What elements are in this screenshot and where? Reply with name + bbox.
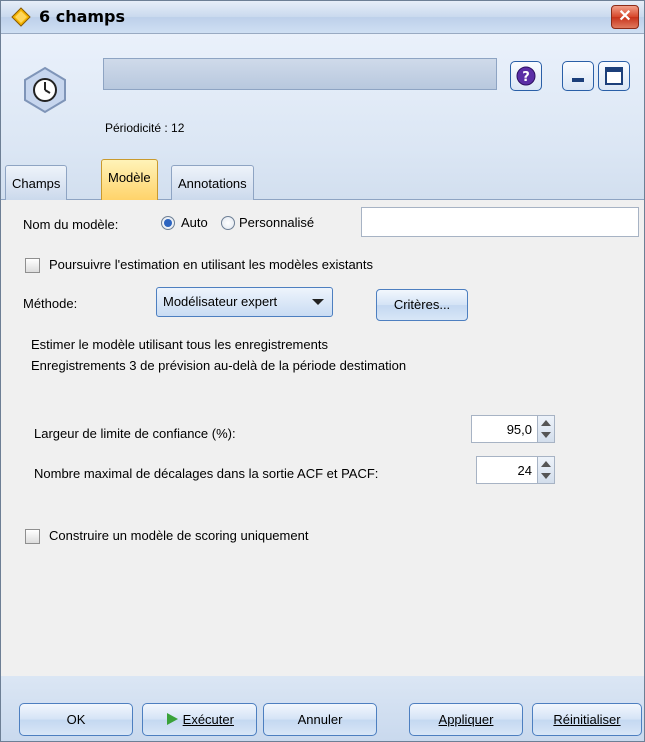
periodicity-label: Périodicité : 12: [105, 121, 185, 135]
title-bar[interactable]: 6 champs ✕: [1, 1, 644, 34]
confidence-label: Largeur de limite de confiance (%):: [34, 426, 236, 441]
diamond-node-icon: [11, 7, 31, 27]
method-dropdown[interactable]: Modélisateur expert: [156, 287, 333, 317]
model-name-label: Nom du modèle:: [23, 217, 119, 232]
reset-button[interactable]: Réinitialiser: [532, 703, 642, 736]
lags-label: Nombre maximal de décalages dans la sort…: [34, 466, 379, 481]
minimize-icon: [572, 78, 584, 82]
button-footer: OK Exécuter Annuler Appliquer Réinitiali…: [1, 676, 644, 741]
confidence-spinner[interactable]: 95,0: [471, 415, 555, 443]
dialog-window: 6 champs ✕ ? Périodicité: 12 Champs Mod…: [0, 0, 645, 742]
info-line-1: Estimer le modèle utilisant tous les enr…: [31, 337, 328, 352]
clock-node-icon: [24, 66, 66, 114]
lags-spinner[interactable]: 24: [476, 456, 555, 484]
continue-estimation-label[interactable]: Poursuivre l'estimation en utilisant les…: [49, 257, 373, 272]
tab-bar: Champs Modèle Annotations: [1, 149, 644, 200]
tab-champs[interactable]: Champs: [5, 165, 68, 200]
window-title: 6 champs: [39, 7, 126, 26]
maximize-button[interactable]: [598, 61, 630, 91]
model-tab-content: Nom du modèle: Auto Personnalisé Poursui…: [1, 200, 644, 675]
criteria-button[interactable]: Critères...: [376, 289, 468, 321]
scoring-only-checkbox[interactable]: [25, 529, 40, 544]
spinner-arrows-icon[interactable]: [537, 416, 554, 442]
scoring-only-label[interactable]: Construire un modèle de scoring uniqueme…: [49, 528, 308, 543]
minimize-button[interactable]: [562, 61, 594, 91]
method-dropdown-value: Modélisateur expert: [163, 294, 278, 309]
auto-radio-label[interactable]: Auto: [181, 215, 208, 230]
tab-annotations[interactable]: Annotations: [171, 165, 254, 200]
spinner-arrows-icon[interactable]: [537, 457, 554, 483]
auto-radio[interactable]: [161, 216, 175, 230]
help-glyph: ?: [522, 70, 530, 85]
chevron-down-icon: [312, 299, 324, 305]
maximize-icon: [605, 67, 623, 85]
model-name-input[interactable]: [361, 207, 639, 237]
custom-radio[interactable]: [221, 216, 235, 230]
info-line-2: Enregistrements 3 de prévision au-delà d…: [31, 358, 407, 373]
confidence-value: 95,0: [506, 422, 532, 437]
play-icon: [167, 713, 179, 725]
lags-value: 24: [517, 463, 532, 478]
run-button[interactable]: Exécuter: [142, 703, 257, 736]
node-name-field[interactable]: [103, 58, 497, 90]
apply-button[interactable]: Appliquer: [409, 703, 523, 736]
custom-radio-label[interactable]: Personnalisé: [239, 215, 314, 230]
help-button[interactable]: ?: [510, 61, 542, 91]
close-button[interactable]: ✕: [611, 5, 639, 29]
close-icon: ✕: [618, 8, 632, 25]
continue-estimation-checkbox[interactable]: [25, 258, 40, 273]
node-header: ? Périodicité : 12: [1, 34, 644, 149]
help-icon: ?: [516, 66, 536, 86]
cancel-button[interactable]: Annuler: [263, 703, 377, 736]
tab-modele[interactable]: Modèle: [101, 159, 158, 200]
run-button-label: Exécuter: [182, 712, 234, 727]
ok-button[interactable]: OK: [19, 703, 133, 736]
method-label: Méthode:: [23, 296, 78, 311]
